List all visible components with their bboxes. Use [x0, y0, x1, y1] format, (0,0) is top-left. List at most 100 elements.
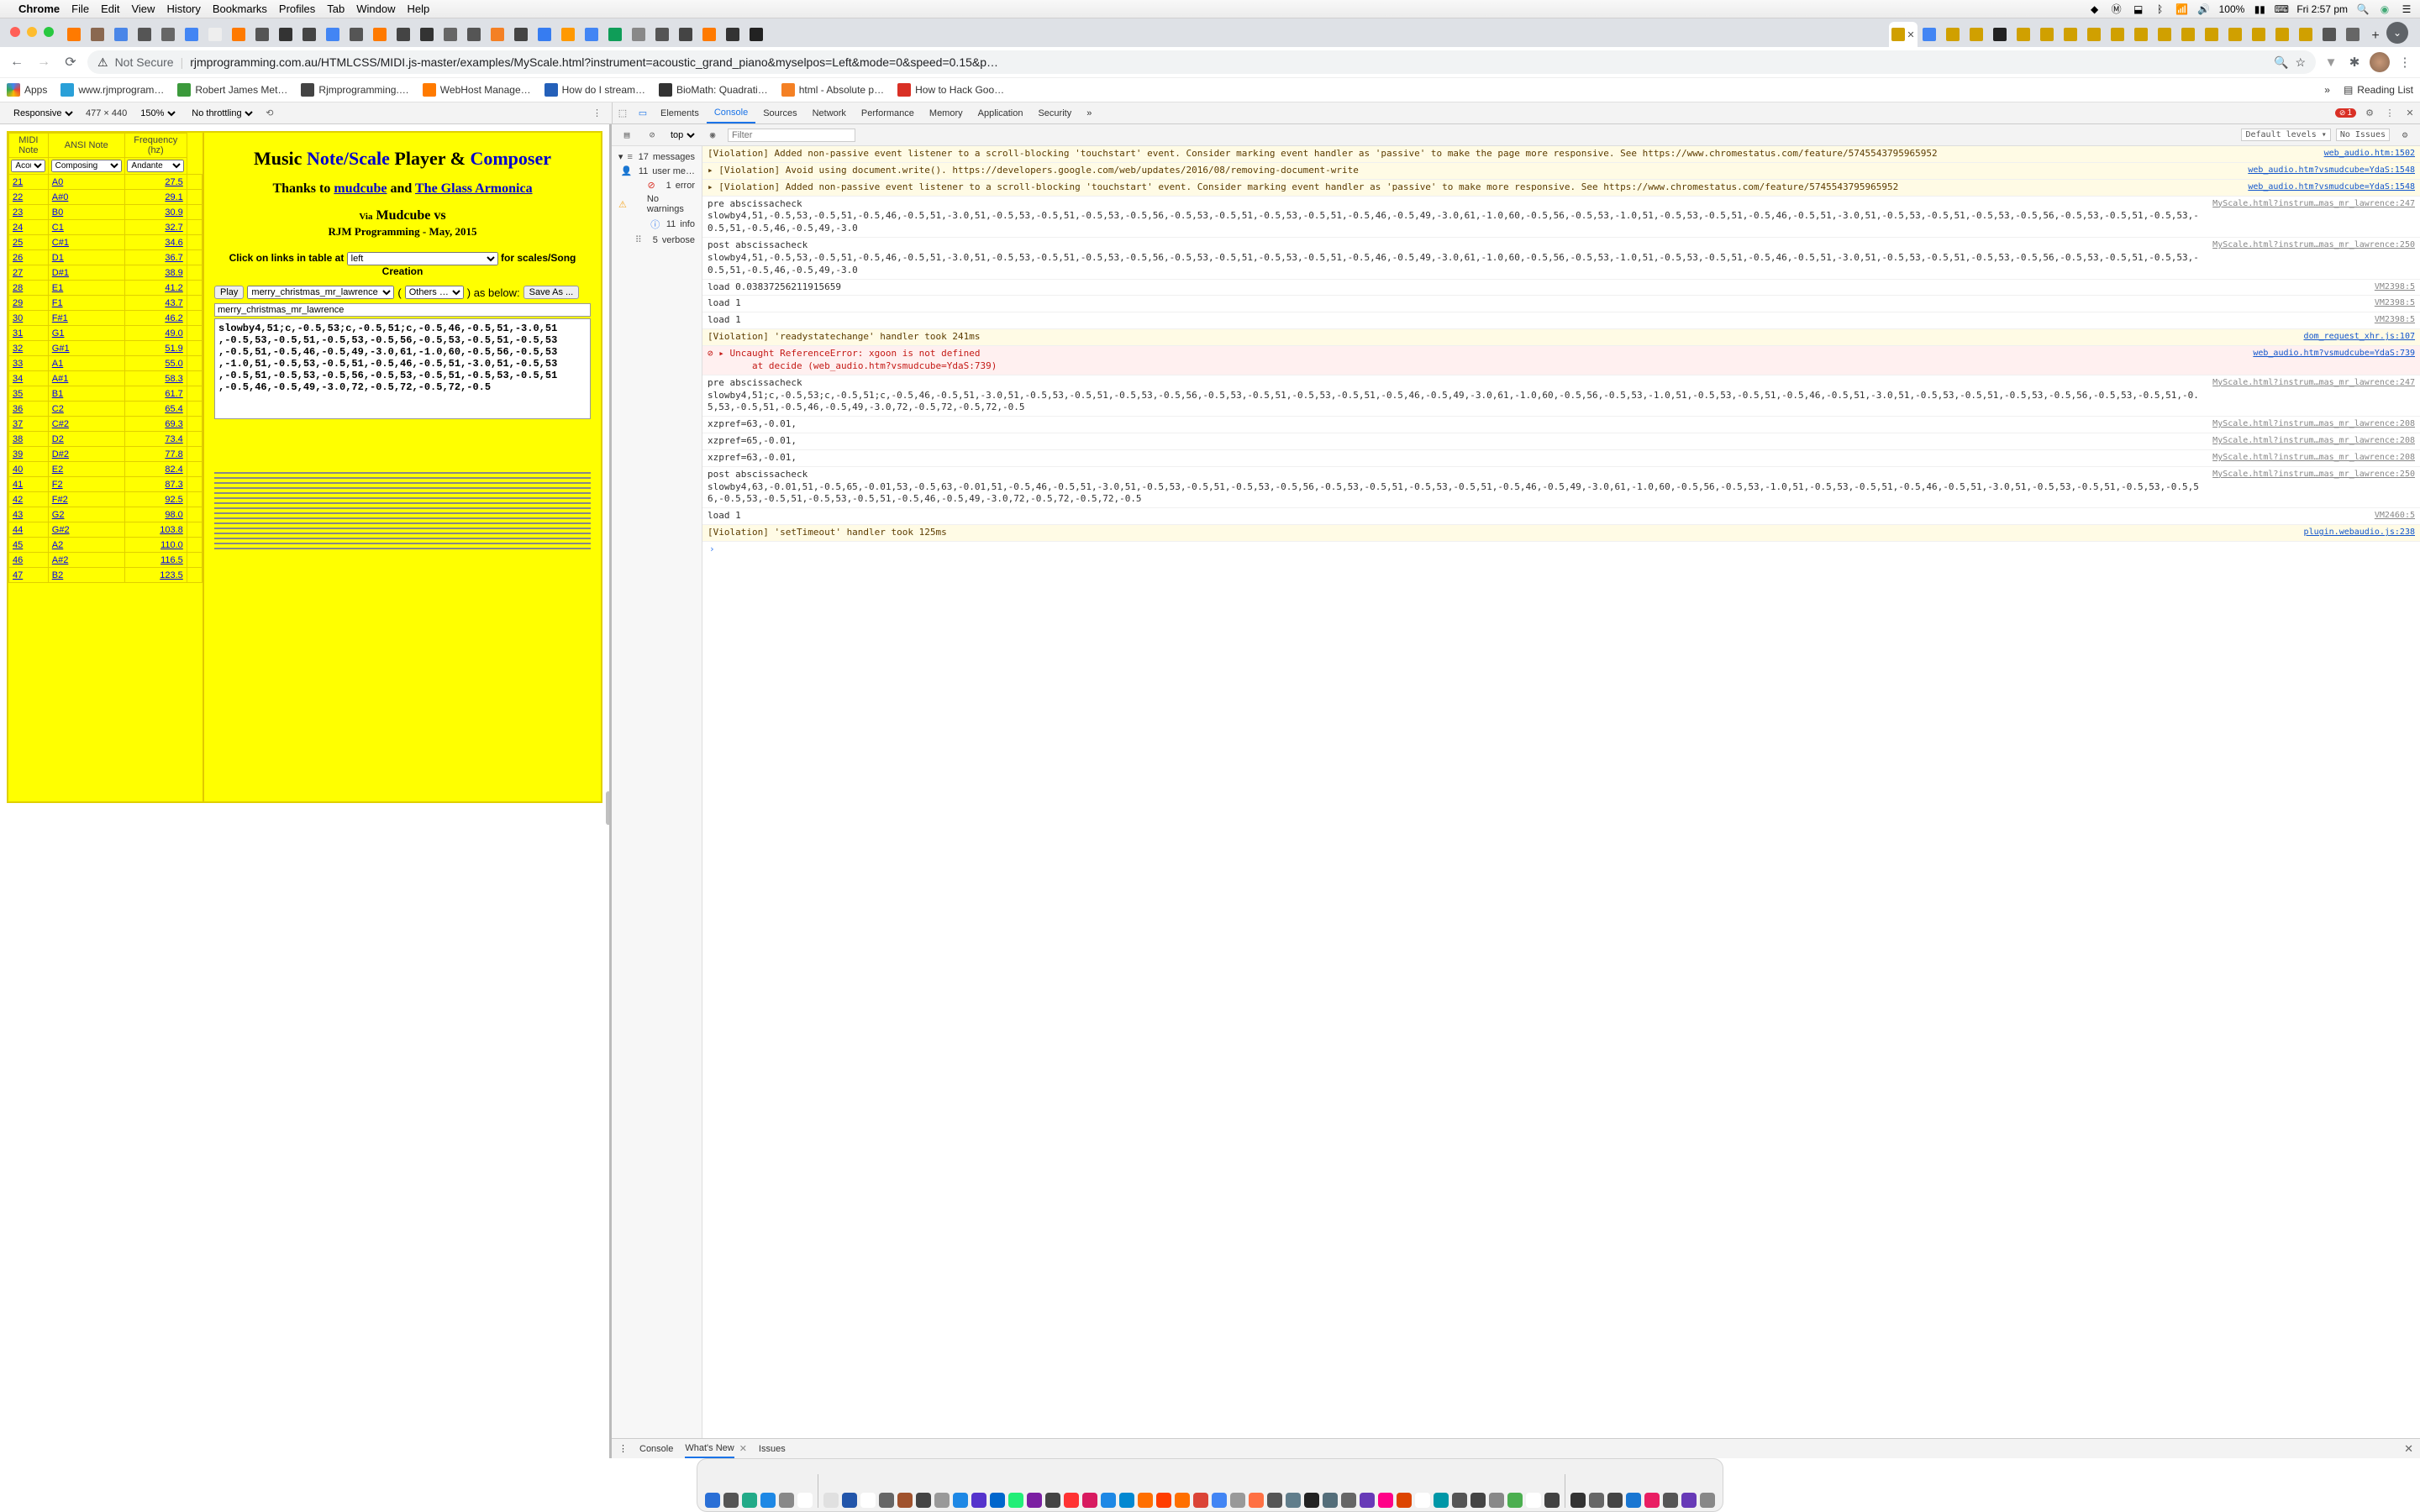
note-link[interactable]: G1 — [48, 326, 124, 341]
menu-bookmarks[interactable]: Bookmarks — [213, 3, 267, 15]
devtools-tab-memory[interactable]: Memory — [922, 102, 971, 123]
note-link[interactable]: A#0 — [48, 190, 124, 205]
menu-help[interactable]: Help — [408, 3, 430, 15]
dock-app[interactable] — [1396, 1471, 1413, 1508]
zoom-icon[interactable]: 🔍 — [2274, 55, 2288, 70]
sidebar-filter[interactable]: 👤11 user me… — [612, 164, 702, 178]
devtools-tab-application[interactable]: Application — [971, 102, 1031, 123]
source-link[interactable]: web_audio.htm?vsmudcube=YdaS:1548 — [2248, 165, 2415, 177]
play-icon[interactable] — [187, 250, 202, 265]
dock-app[interactable] — [1137, 1471, 1154, 1508]
source-link[interactable]: MyScale.html?instrum…mas_mr_lawrence:208 — [2212, 418, 2415, 431]
dock-app[interactable] — [1359, 1471, 1376, 1508]
bookmark-item[interactable]: www.rjmprogram… — [60, 83, 164, 97]
forward-button[interactable]: → — [34, 52, 54, 72]
midi-link[interactable]: 39 — [9, 447, 49, 462]
freq-link[interactable]: 73.4 — [124, 432, 187, 447]
note-link[interactable]: F#1 — [48, 311, 124, 326]
close-icon[interactable]: ✕ — [1907, 29, 1914, 40]
menubar-clock[interactable]: Fri 2:57 pm — [2296, 3, 2348, 15]
freq-link[interactable]: 29.1 — [124, 190, 187, 205]
omnibox[interactable]: ⚠ Not Secure | rjmprogramming.com.au/HTM… — [87, 50, 2316, 74]
midi-link[interactable]: 34 — [9, 371, 49, 386]
devtools-tab-performance[interactable]: Performance — [854, 102, 922, 123]
midi-link[interactable]: 47 — [9, 568, 49, 583]
midi-link[interactable]: 38 — [9, 432, 49, 447]
dock-app[interactable] — [934, 1471, 950, 1508]
dock-app[interactable] — [1433, 1471, 1449, 1508]
dock-app[interactable] — [915, 1471, 932, 1508]
bookmark-star-icon[interactable]: ☆ — [2295, 55, 2306, 70]
siri-icon[interactable]: ◉ — [2378, 3, 2391, 16]
dock-app[interactable] — [1063, 1471, 1080, 1508]
browser-tab[interactable] — [509, 22, 533, 47]
midi-link[interactable]: 32 — [9, 341, 49, 356]
source-link[interactable]: web_audio.htm?vsmudcube=YdaS:1548 — [2248, 181, 2415, 194]
note-link[interactable]: D1 — [48, 250, 124, 265]
browser-tab[interactable] — [368, 22, 392, 47]
console-settings-icon[interactable]: ⚙ — [2395, 129, 2415, 140]
browser-tab[interactable] — [415, 22, 439, 47]
note-link[interactable]: F#2 — [48, 492, 124, 507]
devtools-close-icon[interactable]: ✕ — [2400, 108, 2420, 118]
sidebar-filter[interactable]: ⚠ No warnings — [612, 192, 702, 216]
console-messages[interactable]: [Violation] Added non-passive event list… — [702, 146, 2420, 1438]
note-link[interactable]: G2 — [48, 507, 124, 522]
drawer-tab-console[interactable]: Console — [639, 1444, 673, 1454]
note-link[interactable]: A#1 — [48, 371, 124, 386]
dock-app[interactable] — [1100, 1471, 1117, 1508]
dock-app[interactable] — [1081, 1471, 1098, 1508]
tab-search-icon[interactable]: ⌄ — [2386, 22, 2408, 44]
browser-tab[interactable] — [297, 22, 321, 47]
freq-link[interactable]: 38.9 — [124, 265, 187, 281]
source-link[interactable]: VM2398:5 — [2375, 281, 2415, 294]
bookmark-item[interactable]: How do I stream… — [544, 83, 645, 97]
dock-app[interactable] — [1644, 1471, 1660, 1508]
browser-tab[interactable] — [556, 22, 580, 47]
note-link[interactable]: C1 — [48, 220, 124, 235]
midi-link[interactable]: 42 — [9, 492, 49, 507]
note-link[interactable]: C#1 — [48, 235, 124, 250]
menu-file[interactable]: File — [71, 3, 89, 15]
console-message[interactable]: load 1VM2398:5 — [702, 312, 2420, 329]
bookmark-item[interactable]: Rjmprogramming.… — [301, 83, 408, 97]
midi-link[interactable]: 37 — [9, 417, 49, 432]
browser-tab[interactable] — [627, 22, 650, 47]
bookmarks-overflow[interactable]: » — [2324, 84, 2330, 96]
console-filter-input[interactable] — [728, 129, 855, 142]
freq-link[interactable]: 34.6 — [124, 235, 187, 250]
play-icon[interactable] — [187, 371, 202, 386]
window-minimize-icon[interactable] — [27, 27, 37, 37]
console-message[interactable]: xzpref=63,-0.01,MyScale.html?instrum…mas… — [702, 417, 2420, 433]
dock-app[interactable] — [1507, 1471, 1523, 1508]
dock-app[interactable] — [1044, 1471, 1061, 1508]
browser-tab[interactable] — [2059, 22, 2082, 47]
browser-tab[interactable] — [1965, 22, 1988, 47]
note-link[interactable]: B1 — [48, 386, 124, 402]
dock-app[interactable] — [1192, 1471, 1209, 1508]
midi-link[interactable]: 36 — [9, 402, 49, 417]
browser-tab[interactable] — [697, 22, 721, 47]
devtools-tab-elements[interactable]: Elements — [653, 102, 707, 123]
console-message[interactable]: [Violation] 'readystatechange' handler t… — [702, 329, 2420, 346]
play-icon[interactable] — [187, 265, 202, 281]
freq-link[interactable]: 30.9 — [124, 205, 187, 220]
dock-app[interactable] — [1681, 1471, 1697, 1508]
dropbox-icon[interactable]: ⬓ — [2132, 3, 2145, 16]
play-icon[interactable] — [187, 568, 202, 583]
dock-app[interactable] — [841, 1471, 858, 1508]
freq-link[interactable]: 32.7 — [124, 220, 187, 235]
bookmark-item[interactable]: BioMath: Quadrati… — [659, 83, 768, 97]
source-link[interactable]: MyScale.html?instrum…mas_mr_lawrence:250 — [2212, 239, 2415, 277]
source-link[interactable]: VM2398:5 — [2375, 314, 2415, 327]
note-link[interactable]: A1 — [48, 356, 124, 371]
console-message[interactable]: ▸ [Violation] Avoid using document.write… — [702, 163, 2420, 180]
eye-icon[interactable]: ◉ — [702, 129, 723, 140]
browser-tab[interactable] — [1918, 22, 1941, 47]
browser-tab[interactable] — [2223, 22, 2247, 47]
input-icon[interactable]: ⌨ — [2275, 3, 2288, 16]
midi-link[interactable]: 41 — [9, 477, 49, 492]
browser-tab[interactable] — [2176, 22, 2200, 47]
browser-tab[interactable] — [2247, 22, 2270, 47]
freq-link[interactable]: 92.5 — [124, 492, 187, 507]
